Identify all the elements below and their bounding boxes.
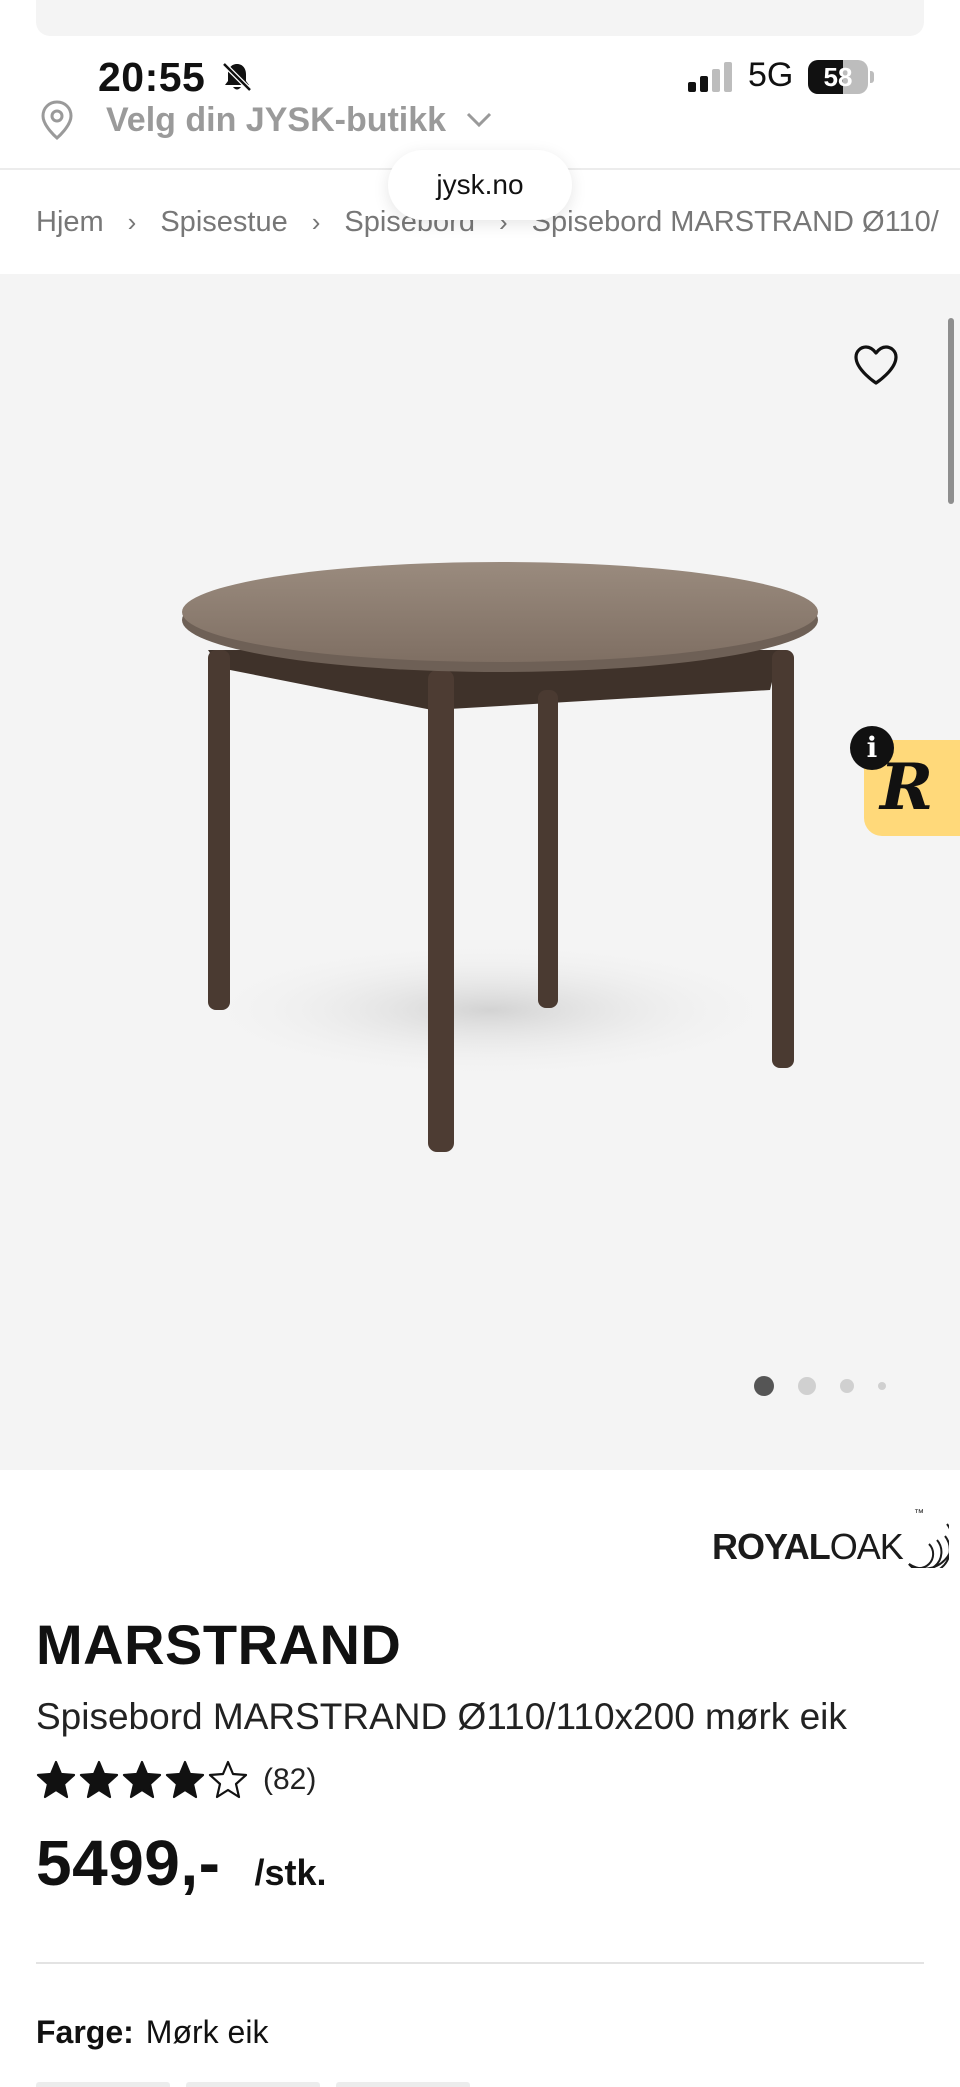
info-icon[interactable]: i bbox=[850, 726, 894, 770]
color-label: Farge: bbox=[36, 2014, 134, 2050]
breadcrumb-item-current: Spisebord MARSTRAND Ø110/ bbox=[531, 205, 939, 238]
search-bar-ghost bbox=[36, 0, 924, 36]
store-selector[interactable]: Velg din JYSK-butikk bbox=[40, 96, 492, 144]
rating-count[interactable]: (82) bbox=[263, 1763, 316, 1797]
star-empty-icon bbox=[208, 1760, 248, 1799]
brand-logo-royal: ROYAL bbox=[712, 1526, 831, 1567]
color-row: Farge: Mørk eik bbox=[36, 2014, 268, 2051]
breadcrumb-item-spisestue[interactable]: Spisestue bbox=[160, 206, 287, 239]
divider bbox=[36, 1962, 924, 1964]
star-filled-icon bbox=[36, 1760, 76, 1799]
product-name: MARSTRAND bbox=[36, 1613, 402, 1676]
pagination-dot[interactable] bbox=[840, 1379, 854, 1393]
color-swatch[interactable] bbox=[336, 2082, 470, 2087]
star-filled-icon bbox=[79, 1760, 119, 1799]
scrollbar[interactable] bbox=[948, 318, 954, 504]
price-row: 5499,- /stk. bbox=[36, 1826, 327, 1900]
star-filled-icon bbox=[165, 1760, 205, 1799]
brand-logo-oak: OAK bbox=[829, 1526, 904, 1567]
price-value: 5499,- bbox=[36, 1827, 221, 1899]
product-image bbox=[182, 562, 818, 1152]
price-unit: /stk. bbox=[254, 1852, 327, 1893]
store-selector-label: Velg din JYSK-butikk bbox=[106, 100, 447, 139]
pagination-dot[interactable] bbox=[798, 1377, 816, 1395]
signal-icon bbox=[688, 62, 732, 92]
pagination-dot-active[interactable] bbox=[754, 1376, 774, 1396]
product-subtitle: Spisebord MARSTRAND Ø110/110x200 mørk ei… bbox=[36, 1696, 847, 1737]
brand-arcs-icon bbox=[907, 1523, 949, 1568]
brand-trademark: ™ bbox=[914, 1508, 924, 1519]
url-pill[interactable]: jysk.no bbox=[388, 150, 572, 220]
breadcrumb-separator-icon: › bbox=[311, 206, 321, 237]
color-swatch[interactable] bbox=[186, 2082, 320, 2087]
breadcrumb-separator-icon: › bbox=[127, 206, 137, 237]
network-label: 5G bbox=[748, 56, 794, 94]
chevron-down-icon bbox=[467, 112, 492, 128]
gallery-pagination bbox=[754, 1376, 910, 1396]
rating-row[interactable]: (82) bbox=[36, 1756, 316, 1804]
heart-icon[interactable] bbox=[852, 344, 900, 386]
location-pin-icon bbox=[41, 100, 73, 140]
color-swatch[interactable] bbox=[36, 2082, 170, 2087]
status-time: 20:55 bbox=[98, 54, 206, 100]
rating-stars bbox=[36, 1760, 251, 1800]
color-value: Mørk eik bbox=[145, 2014, 269, 2050]
battery-icon: 58 bbox=[808, 60, 874, 94]
bell-slash-icon bbox=[222, 62, 252, 92]
breadcrumb-item-hjem[interactable]: Hjem bbox=[36, 206, 104, 239]
battery-level-text: 58 bbox=[823, 62, 853, 92]
star-filled-icon bbox=[122, 1760, 162, 1799]
color-swatches bbox=[36, 2082, 924, 2087]
pagination-dot[interactable] bbox=[878, 1382, 886, 1390]
